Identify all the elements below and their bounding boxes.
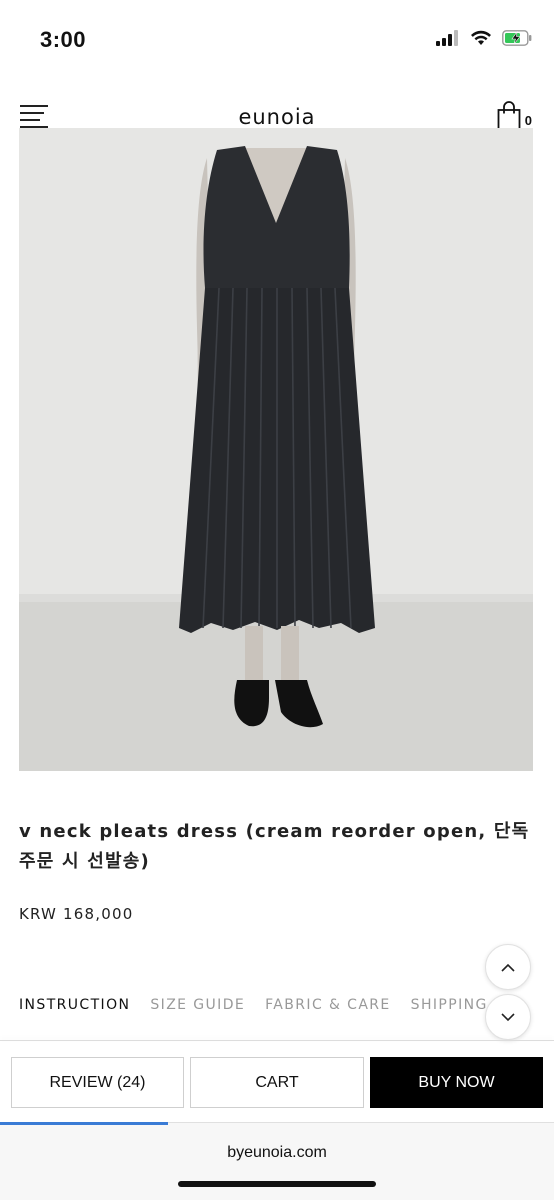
tab-size-guide[interactable]: SIZE GUIDE [150,997,245,1013]
tab-fabric-care[interactable]: FABRIC & CARE [265,997,391,1013]
buy-now-button[interactable]: BUY NOW [370,1057,543,1108]
status-time: 3:00 [40,27,87,52]
brand-logo[interactable]: eunoia [0,105,554,129]
status-icons [436,30,532,46]
tab-shipping[interactable]: SHIPPING [411,997,488,1013]
chevron-up-icon [501,963,515,972]
cart-count: 0 [524,113,532,128]
product-price: KRW 168,000 [19,905,134,923]
scroll-down-button[interactable] [485,994,531,1040]
cart-button[interactable]: 0 [497,101,532,131]
page-load-progress [0,1122,168,1125]
add-to-cart-button[interactable]: CART [190,1057,364,1108]
tab-instruction[interactable]: INSTRUCTION [19,997,130,1013]
wifi-icon [471,30,491,45]
signal-icon [436,30,458,46]
product-info-tabs: INSTRUCTION SIZE GUIDE FABRIC & CARE SHI… [19,997,488,1013]
home-indicator[interactable] [178,1181,376,1187]
chevron-down-icon [501,1012,515,1021]
battery-charging-icon [502,30,532,46]
url-label[interactable]: byeunoia.com [0,1144,554,1162]
product-title: v neck pleats dress (cream reorder open,… [19,821,530,872]
product-photo[interactable] [19,128,533,771]
scroll-up-button[interactable] [485,944,531,990]
review-button[interactable]: REVIEW (24) [11,1057,184,1108]
shopping-bag-icon [497,101,521,131]
browser-address-bar: byeunoia.com [0,1122,554,1200]
status-bar: 3:00 [0,0,554,80]
product-photo-illustration [19,128,533,771]
bottom-divider [0,1040,554,1041]
